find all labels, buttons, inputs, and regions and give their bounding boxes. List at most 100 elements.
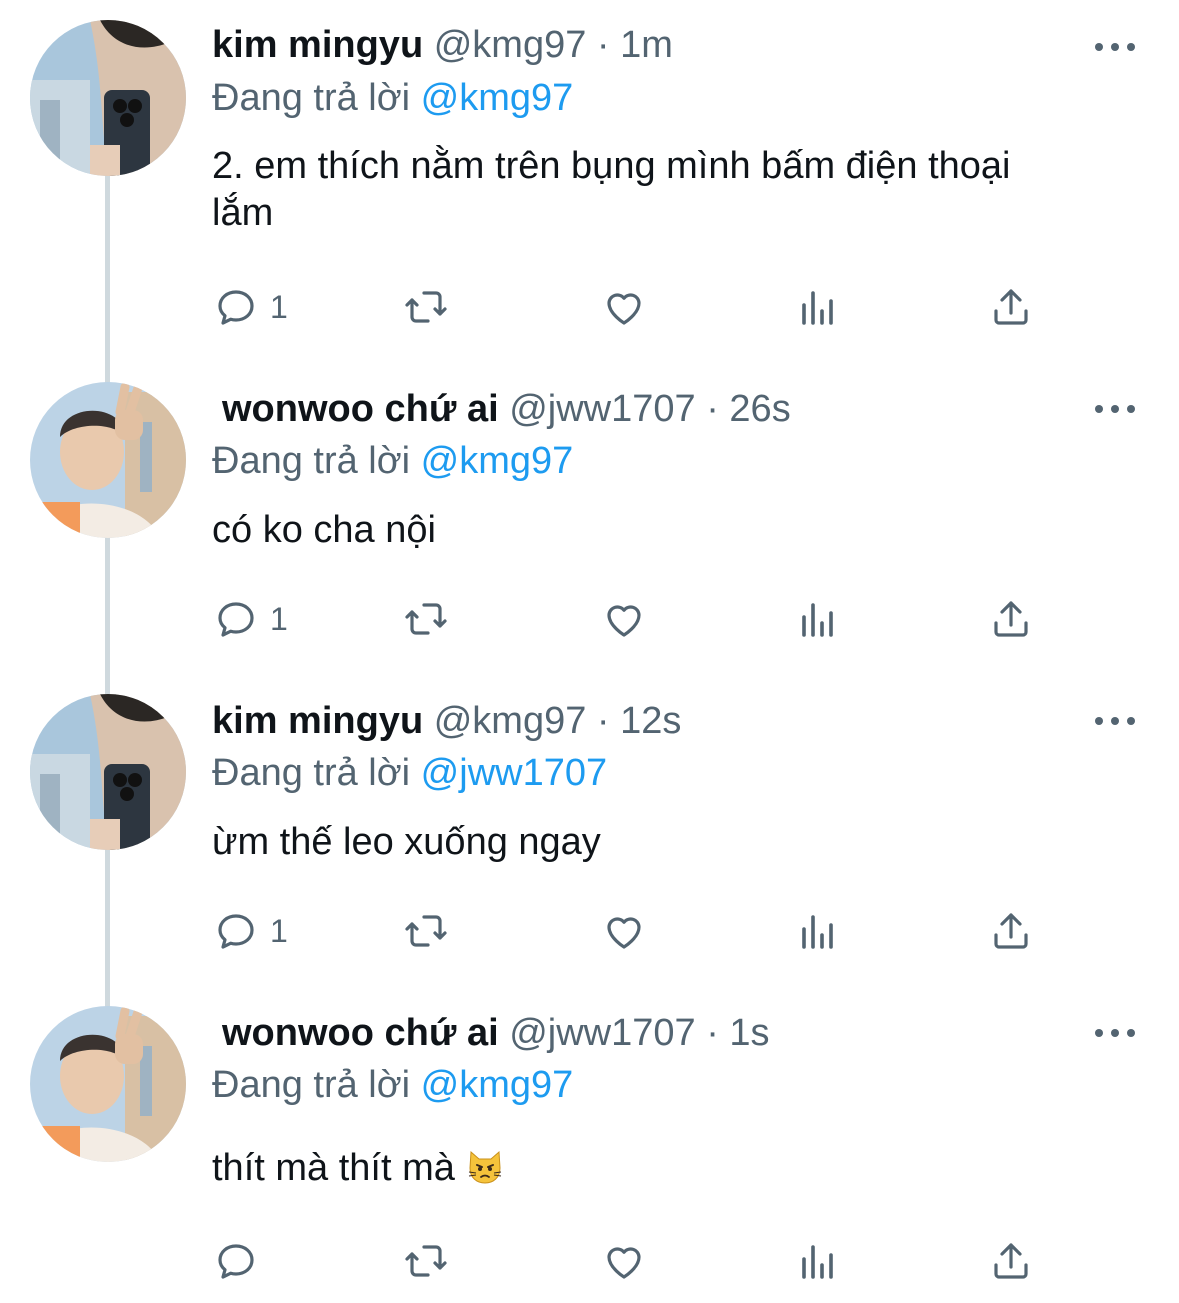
retweet-icon xyxy=(405,1245,447,1277)
reply-button[interactable]: 1 xyxy=(212,594,288,644)
display-name[interactable]: kim mingyu xyxy=(212,24,423,66)
mention-link[interactable]: @kmg97 xyxy=(421,440,574,482)
replying-to-label: Đang trả lời xyxy=(212,440,411,482)
tweet-header: kim mingyu @kmg97 · 12s xyxy=(212,698,681,744)
like-button[interactable] xyxy=(600,282,648,332)
more-icon[interactable] xyxy=(1095,402,1135,416)
separator-dot: · xyxy=(596,700,610,742)
heart-icon xyxy=(607,917,641,949)
retweet-button[interactable] xyxy=(402,906,450,956)
retweet-icon xyxy=(405,915,447,947)
display-name[interactable]: wonwoo chứ ai xyxy=(222,388,499,430)
reply-icon xyxy=(218,602,254,637)
tweet-header: kim mingyu @kmg97 · 1m xyxy=(212,22,673,68)
tweet-actions: 1 xyxy=(212,282,1042,332)
share-icon xyxy=(994,1243,1028,1279)
tweet-text: có ko cha nội xyxy=(212,509,436,551)
reply-count: 1 xyxy=(270,600,288,637)
display-name[interactable]: kim mingyu xyxy=(212,700,423,742)
share-button[interactable] xyxy=(987,594,1035,644)
reply-count: 1 xyxy=(270,912,288,949)
separator-dot: · xyxy=(706,1012,719,1054)
mention-link[interactable]: @kmg97 xyxy=(421,77,574,119)
reply-button[interactable]: 1 xyxy=(212,906,288,956)
views-button[interactable] xyxy=(794,594,842,644)
views-icon xyxy=(802,603,833,637)
replying-to-label: Đang trả lời xyxy=(212,1064,411,1106)
retweet-icon xyxy=(405,291,447,323)
user-handle[interactable]: @kmg97 xyxy=(434,24,587,66)
avatar-wonwoo-image xyxy=(30,382,186,538)
avatar[interactable] xyxy=(30,1006,186,1162)
timestamp[interactable]: 1s xyxy=(729,1012,769,1054)
views-button[interactable] xyxy=(794,906,842,956)
avatar-mingyu-image xyxy=(30,694,186,850)
user-handle[interactable]: @jww1707 xyxy=(509,388,695,430)
like-button[interactable] xyxy=(600,1236,648,1286)
like-button[interactable] xyxy=(600,594,648,644)
share-icon xyxy=(994,601,1028,637)
mention-link[interactable]: @jww1707 xyxy=(421,752,607,794)
like-button[interactable] xyxy=(600,906,648,956)
display-name[interactable]: wonwoo chứ ai xyxy=(222,1012,499,1054)
tweet-header: wonwoo chứ ai @jww1707 · 26s xyxy=(222,386,791,432)
timestamp[interactable]: 12s xyxy=(620,700,681,742)
reply-icon xyxy=(218,914,254,949)
share-button[interactable] xyxy=(987,282,1035,332)
tweet[interactable]: wonwoo chứ ai @jww1707 · 26s Đang trả lờ… xyxy=(0,360,1179,680)
tweet[interactable]: kim mingyu @kmg97 · 12s Đang trả lời @jw… xyxy=(0,680,1179,1000)
timestamp[interactable]: 26s xyxy=(729,388,790,430)
tweet-text: thít mà thít mà xyxy=(212,1145,1072,1192)
avatar-mingyu-image xyxy=(30,20,186,176)
heart-icon xyxy=(607,605,641,637)
tweet[interactable]: wonwoo chứ ai @jww1707 · 1s Đang trả lời… xyxy=(0,1000,1179,1303)
share-button[interactable] xyxy=(987,906,1035,956)
tweet-actions xyxy=(212,1236,1042,1286)
timestamp[interactable]: 1m xyxy=(620,24,673,66)
retweet-button[interactable] xyxy=(402,1236,450,1286)
replying-to: Đang trả lời @jww1707 xyxy=(212,750,607,796)
avatar[interactable] xyxy=(30,20,186,176)
avatar[interactable] xyxy=(30,382,186,538)
tweet-text: ừm thế leo xuống ngay xyxy=(212,821,601,863)
views-icon xyxy=(802,291,833,325)
reply-icon xyxy=(218,290,254,325)
heart-icon xyxy=(607,293,641,325)
views-icon xyxy=(802,915,833,949)
reply-count: 1 xyxy=(270,288,288,325)
more-icon[interactable] xyxy=(1095,40,1135,54)
tweet-actions: 1 xyxy=(212,594,1042,644)
share-icon xyxy=(994,913,1028,949)
retweet-button[interactable] xyxy=(402,594,450,644)
avatar-wonwoo-image xyxy=(30,1006,186,1162)
more-icon[interactable] xyxy=(1095,1026,1135,1040)
tweet-actions: 1 xyxy=(212,906,1042,956)
user-handle[interactable]: @jww1707 xyxy=(509,1012,695,1054)
avatar[interactable] xyxy=(30,694,186,850)
replying-to: Đang trả lời @kmg97 xyxy=(212,438,573,484)
user-handle[interactable]: @kmg97 xyxy=(434,700,587,742)
replying-to: Đang trả lời @kmg97 xyxy=(212,1062,573,1108)
share-icon xyxy=(994,289,1028,325)
reply-icon xyxy=(218,1244,254,1279)
tweet[interactable]: kim mingyu @kmg97 · 1m Đang trả lời @kmg… xyxy=(0,0,1179,360)
retweet-button[interactable] xyxy=(402,282,450,332)
views-button[interactable] xyxy=(794,282,842,332)
tweet-header: wonwoo chứ ai @jww1707 · 1s xyxy=(222,1010,770,1056)
retweet-icon xyxy=(405,603,447,635)
more-icon[interactable] xyxy=(1095,714,1135,728)
tweet-text-content: thít mà thít mà xyxy=(212,1147,455,1189)
views-icon xyxy=(802,1245,833,1279)
replying-to: Đang trả lời @kmg97 xyxy=(212,75,573,121)
reply-button[interactable]: 1 xyxy=(212,282,288,332)
share-button[interactable] xyxy=(987,1236,1035,1286)
reply-button[interactable] xyxy=(212,1236,270,1286)
separator-dot: · xyxy=(596,24,610,66)
replying-to-label: Đang trả lời xyxy=(212,77,411,119)
pouting-cat-emoji-icon xyxy=(469,1150,502,1184)
views-button[interactable] xyxy=(794,1236,842,1286)
heart-icon xyxy=(607,1247,641,1279)
mention-link[interactable]: @kmg97 xyxy=(421,1064,574,1106)
tweet-text: 2. em thích nằm trên bụng mình bấm điện … xyxy=(212,145,1011,234)
separator-dot: · xyxy=(706,388,719,430)
